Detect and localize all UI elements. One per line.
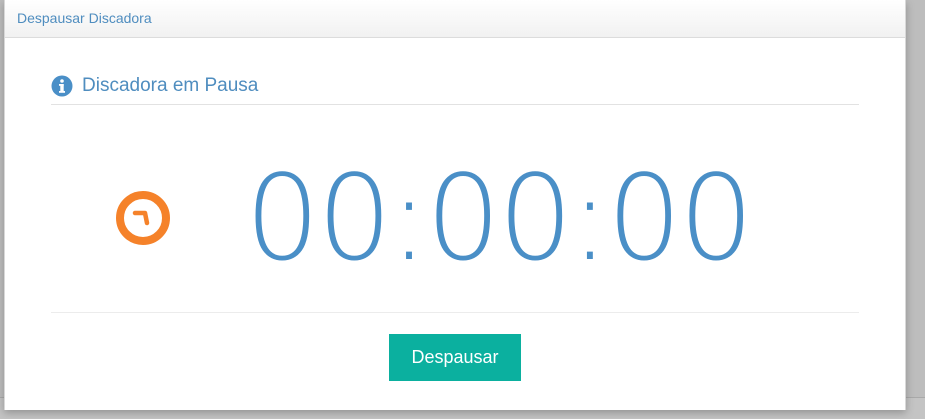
dialog-title: Despausar Discadora [17, 10, 152, 26]
unpause-button[interactable]: Despausar [389, 334, 521, 381]
section-header: Discadora em Pausa [51, 73, 859, 105]
clock-icon [114, 189, 172, 247]
pause-timer: 00:00:00 [245, 149, 754, 287]
unpause-dialog: Despausar Discadora Discadora em Pausa 0… [4, 0, 906, 410]
footer-divider [51, 312, 859, 313]
section-title: Discadora em Pausa [82, 75, 259, 96]
dialog-header: Despausar Discadora [5, 0, 905, 38]
info-icon [51, 75, 73, 97]
